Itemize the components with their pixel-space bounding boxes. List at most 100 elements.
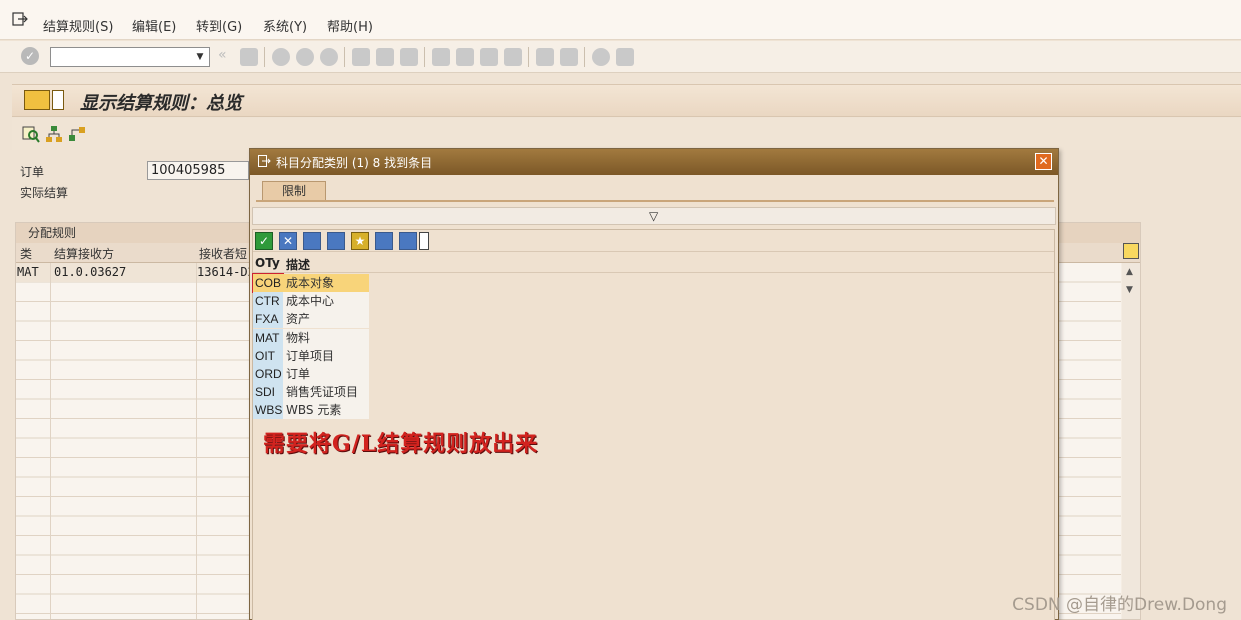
enter-check-icon[interactable]: ✓: [21, 47, 39, 65]
list-item-ctr[interactable]: CTR 成本中心: [253, 292, 369, 311]
add-favorite-icon[interactable]: ★: [351, 232, 369, 250]
list-item-wbs[interactable]: WBS WBS 元素: [253, 401, 369, 420]
column-header-type[interactable]: 类: [20, 245, 32, 262]
settlement-rule-icon: [24, 90, 50, 110]
list-item-desc: 物料: [283, 328, 369, 347]
column-divider: [196, 263, 197, 619]
list-item-fxa[interactable]: FXA 资产: [253, 310, 369, 329]
menu-bar: 结算规则(S) 编辑(E) 转到(G) 系统(Y) 帮助(H): [0, 0, 1241, 40]
dialog-title-bar[interactable]: 科目分配类别 (1) 8 找到条目 ✕: [250, 149, 1058, 175]
result-list-header: OTy 描述: [253, 253, 1054, 273]
document-icon: [52, 90, 64, 110]
print-icon[interactable]: [352, 48, 370, 66]
list-item-code: CTR: [253, 292, 283, 311]
toolbar-separator: [344, 47, 345, 67]
tab-underline: [256, 200, 1054, 202]
detail-view-icon[interactable]: [22, 125, 40, 143]
list-item-code: SDI: [253, 383, 283, 402]
table-settings-icon[interactable]: [1123, 243, 1139, 259]
column-header-code[interactable]: OTy: [255, 256, 280, 270]
menu-help[interactable]: 帮助(H): [327, 16, 373, 35]
window-menu-icon[interactable]: [12, 12, 28, 26]
order-field[interactable]: 100405985: [147, 161, 249, 180]
column-header-receiver[interactable]: 结算接收方: [54, 245, 114, 262]
layout-menu-icon[interactable]: [616, 48, 634, 66]
menu-edit[interactable]: 编辑(E): [132, 16, 176, 35]
last-page-icon[interactable]: [504, 48, 522, 66]
list-item-desc: 成本中心: [283, 292, 369, 311]
first-page-icon[interactable]: [432, 48, 450, 66]
result-list-panel: ✓ ✕ ★ OTy 描述 COB 成本对象 CTR 成本中心 FXA 资产 MA…: [252, 229, 1055, 620]
back-icon[interactable]: [272, 48, 290, 66]
list-item-code: OIT: [253, 346, 283, 365]
vertical-scrollbar[interactable]: ▲ ▼: [1122, 263, 1140, 619]
watermark: CSDN @自律的Drew.Dong: [1012, 595, 1227, 615]
confirm-icon[interactable]: ✓: [255, 232, 273, 250]
toolbar-separator: [528, 47, 529, 67]
list-item-cob[interactable]: COB 成本对象: [252, 273, 369, 293]
cancel-icon[interactable]: [320, 48, 338, 66]
list-item-sdi[interactable]: SDI 销售凭证项目: [253, 383, 369, 402]
menu-system[interactable]: 系统(Y): [263, 16, 307, 35]
actual-settlement-label: 实际结算: [20, 186, 69, 200]
toolbar-separator: [424, 47, 425, 67]
filter-bar[interactable]: ▽: [252, 207, 1056, 225]
find-icon[interactable]: [376, 48, 394, 66]
row-type-cell[interactable]: MAT: [17, 265, 39, 279]
hierarchy-icon[interactable]: [45, 125, 63, 143]
cancel-icon[interactable]: ✕: [279, 232, 297, 250]
save-icon[interactable]: [240, 48, 258, 66]
dialog-title: 科目分配类别 (1) 8 找到条目: [276, 156, 433, 170]
menu-settlement-rule[interactable]: 结算规则(S): [43, 16, 113, 35]
next-page-icon[interactable]: [480, 48, 498, 66]
list-item-oit[interactable]: OIT 订单项目: [253, 346, 369, 365]
row-receiver-cell[interactable]: 01.0.03627: [54, 265, 126, 279]
screen-title-bar: 显示结算规则：总览: [12, 84, 1241, 117]
column-divider: [50, 263, 51, 619]
list-item-code: WBS: [253, 401, 283, 420]
list-item-desc: 订单项目: [283, 346, 369, 365]
previous-page-icon[interactable]: [456, 48, 474, 66]
information-icon[interactable]: [375, 232, 393, 250]
list-item-desc: 订单: [283, 365, 369, 383]
search-next-icon[interactable]: [327, 232, 345, 250]
dropdown-arrow-icon[interactable]: [419, 232, 429, 250]
toolbar-separator: [264, 47, 265, 67]
list-item-ord[interactable]: ORD 订单: [253, 365, 369, 383]
new-session-icon[interactable]: [536, 48, 554, 66]
standard-toolbar: ✓ ▼ «: [0, 41, 1241, 73]
list-item-desc: WBS 元素: [283, 401, 369, 420]
search-icon[interactable]: [303, 232, 321, 250]
help-icon[interactable]: [592, 48, 610, 66]
list-item-mat[interactable]: MAT 物料: [253, 328, 369, 347]
application-toolbar: [12, 118, 1241, 150]
column-header-receiver-short[interactable]: 接收者短: [199, 245, 247, 262]
scroll-up-icon[interactable]: ▲: [1126, 267, 1133, 277]
command-field[interactable]: ▼: [50, 47, 210, 67]
menu-goto[interactable]: 转到(G): [196, 16, 242, 35]
order-label: 订单: [20, 165, 45, 179]
print-icon[interactable]: [399, 232, 417, 250]
list-item-desc: 资产: [283, 310, 369, 329]
find-next-icon[interactable]: [400, 48, 418, 66]
structure-icon[interactable]: [68, 125, 86, 143]
window-menu-icon[interactable]: [258, 155, 271, 167]
filter-icon[interactable]: ▽: [649, 209, 658, 223]
list-item-code: COB: [252, 273, 284, 293]
page-title: 显示结算规则：总览: [80, 93, 242, 114]
scroll-down-icon[interactable]: ▼: [1126, 285, 1133, 295]
exit-icon[interactable]: [296, 48, 314, 66]
account-assignment-category-dialog: 科目分配类别 (1) 8 找到条目 ✕ 限制 ▽ ✓ ✕ ★ OTy 描述 CO…: [249, 148, 1059, 620]
shortcut-icon[interactable]: [560, 48, 578, 66]
list-item-desc: 销售凭证项目: [283, 383, 369, 402]
row-receiver-short-cell[interactable]: 13614-D2: [197, 265, 255, 279]
list-item-code: ORD: [253, 365, 283, 383]
tab-restrictions[interactable]: 限制: [262, 181, 326, 201]
annotation-text: 需要将G/L结算规则放出来: [263, 431, 539, 457]
close-icon[interactable]: ✕: [1035, 153, 1052, 170]
dropdown-arrow-icon[interactable]: ▼: [193, 50, 207, 64]
toolbar-separator: [584, 47, 585, 67]
list-item-desc: 成本对象: [283, 274, 369, 292]
column-header-desc[interactable]: 描述: [286, 256, 310, 273]
collapse-chevron-icon[interactable]: «: [218, 47, 227, 63]
